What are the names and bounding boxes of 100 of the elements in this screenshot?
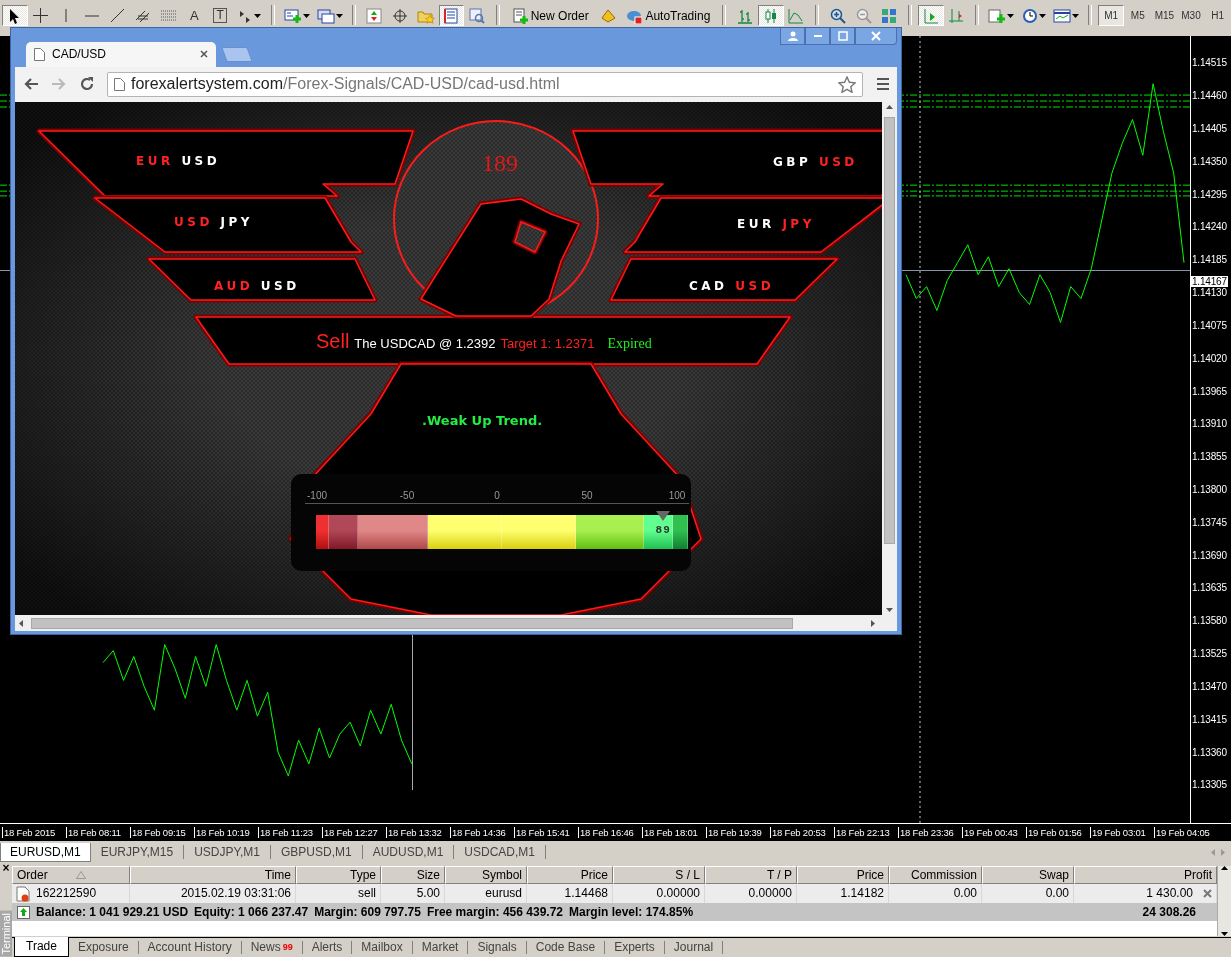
price-label: 1.13690 <box>1192 549 1227 561</box>
column-header[interactable]: Type <box>296 866 381 884</box>
scroll-left-icon <box>19 619 23 627</box>
account-summary-text: Margin level: 174.85% <box>569 905 694 919</box>
table-cell-text: 1 430.00 <box>1146 885 1193 902</box>
minimize-button[interactable] <box>805 28 830 45</box>
toolbar-button[interactable] <box>2 5 28 26</box>
panel-tab[interactable]: Mailbox <box>352 941 413 954</box>
signal-status: Expired <box>607 336 652 353</box>
toolbar-button[interactable]: A <box>181 5 208 26</box>
price-label: 1.14130 <box>1192 287 1227 299</box>
time-label: 19 Feb 01:56 <box>1026 827 1090 838</box>
time-label: 18 Feb 16:46 <box>578 827 642 838</box>
address-field[interactable]: forexalertsystem.com/Forex-Signals/CAD-USD/cad-usd.html <box>107 71 863 97</box>
table-cell: 0.00000 <box>705 884 797 903</box>
price-label: 1.13800 <box>1192 484 1227 495</box>
price-label: 1.14075 <box>1192 319 1227 331</box>
timeframe-button[interactable]: M5 <box>1124 5 1152 26</box>
time-label: 19 Feb 04:05 <box>1154 827 1218 838</box>
scrollbar[interactable] <box>15 615 897 631</box>
column-header[interactable]: Price <box>797 866 889 884</box>
news-count: 99 <box>282 941 293 954</box>
gauge-tick-label: 100 <box>667 490 687 502</box>
arrows-updown-icon <box>366 7 383 24</box>
time-label: 18 Feb 09:15 <box>130 827 194 838</box>
maximize-button[interactable] <box>830 28 855 45</box>
timeframe-button[interactable]: M15 <box>1151 5 1178 26</box>
time-label: 19 Feb 00:43 <box>962 827 1026 838</box>
reload-button[interactable] <box>79 76 95 93</box>
column-header[interactable]: Profit <box>1074 866 1217 884</box>
table-cell: 1.14182 <box>797 884 889 903</box>
close-button[interactable] <box>855 28 897 45</box>
panel-tab[interactable]: Signals <box>468 941 527 954</box>
profile-button[interactable] <box>780 28 805 45</box>
price-label: 1.13745 <box>1192 516 1227 528</box>
toolbar-button[interactable]: T <box>207 5 233 26</box>
current-price-label: 1.14167 <box>1191 276 1228 287</box>
table-cell-text: 162212590 <box>36 885 97 902</box>
panel-tab[interactable]: Experts <box>605 941 665 954</box>
column-header[interactable]: Symbol <box>445 866 527 884</box>
caret-icon <box>1038 13 1046 18</box>
price-label: 1.14460 <box>1192 90 1227 102</box>
target-icon <box>392 7 408 24</box>
price-label: 1.13635 <box>1192 582 1227 594</box>
panel-tab[interactable]: Code Base <box>526 941 606 954</box>
candlestick-icon <box>762 7 779 24</box>
column-header[interactable]: Price <box>527 866 613 884</box>
panel-tab[interactable]: Alerts <box>302 941 353 954</box>
chart-tab[interactable]: EURJPY,M15 <box>90 845 185 859</box>
order-icon <box>16 885 30 902</box>
minimize-icon <box>813 35 822 37</box>
price-label: 1.13580 <box>1192 615 1227 627</box>
scroll-up-icon <box>1221 866 1228 870</box>
chart-shift-icon <box>922 7 939 24</box>
menu-icon <box>875 76 891 93</box>
scrollbar[interactable] <box>1217 866 1231 936</box>
chart-tab[interactable]: EURUSD,M1 <box>0 842 91 862</box>
account-summary-text: Free margin: 456 439.72 <box>426 905 563 919</box>
timeframe-button[interactable]: H1 <box>1204 5 1231 26</box>
browser-tab[interactable]: CAD/USD <box>26 41 216 67</box>
close-icon[interactable] <box>200 50 208 59</box>
timeframe-button[interactable]: M1 <box>1097 5 1125 26</box>
column-header[interactable]: T / P <box>705 866 797 884</box>
crosshair-icon <box>33 8 48 23</box>
currency-pair-link[interactable]: CAD USD <box>689 279 775 294</box>
price-label: 1.13305 <box>1192 779 1227 791</box>
close-icon[interactable] <box>1203 889 1212 898</box>
timeframe-button[interactable]: M30 <box>1177 5 1205 26</box>
close-button[interactable]: × <box>2 862 10 874</box>
panel-tab[interactable]: Journal <box>664 941 724 954</box>
currency-pair-link[interactable]: EUR JPY <box>737 217 815 232</box>
time-label: 19 Feb 03:01 <box>1090 827 1154 838</box>
panel-tab[interactable]: Trade <box>14 937 69 957</box>
price-label: 1.13525 <box>1192 648 1227 659</box>
time-label: 18 Feb 19:39 <box>706 827 770 838</box>
column-header[interactable]: S / L <box>613 866 705 884</box>
currency-pair-link[interactable]: EUR USD <box>136 154 221 169</box>
toolbar-button[interactable]: New Order <box>505 5 595 26</box>
time-label: 18 Feb 12:27 <box>322 827 386 838</box>
column-header[interactable]: Order <box>12 866 130 884</box>
chart-tab[interactable]: USDCAD,M1 <box>454 845 547 859</box>
panel-tab[interactable]: Market <box>412 941 469 954</box>
currency-pair-link[interactable]: USD JPY <box>174 215 253 230</box>
gauge-tick-label: 50 <box>580 490 594 502</box>
toolbar-button[interactable]: AutoTrading <box>620 5 717 26</box>
column-header[interactable]: Swap <box>982 866 1074 884</box>
menu-button[interactable] <box>875 76 891 93</box>
currency-pair-link[interactable]: GBP USD <box>773 155 858 170</box>
chart-tab[interactable]: GBPUSD,M1 <box>271 845 363 859</box>
star-icon[interactable] <box>838 75 856 93</box>
panel-tab[interactable]: Account History <box>138 941 242 954</box>
chart-tab[interactable]: AUDUSD,M1 <box>362 845 455 859</box>
caret-icon <box>335 13 343 18</box>
panel-tab[interactable]: News 99 <box>241 941 303 954</box>
column-header[interactable]: Size <box>381 866 445 884</box>
column-header[interactable]: Time <box>130 866 296 884</box>
chart-tab[interactable]: USDJPY,M1 <box>184 845 271 859</box>
currency-pair-link[interactable]: AUD USD <box>214 279 300 294</box>
column-header[interactable]: Commission <box>889 866 982 884</box>
panel-tab[interactable]: Exposure <box>68 941 139 954</box>
